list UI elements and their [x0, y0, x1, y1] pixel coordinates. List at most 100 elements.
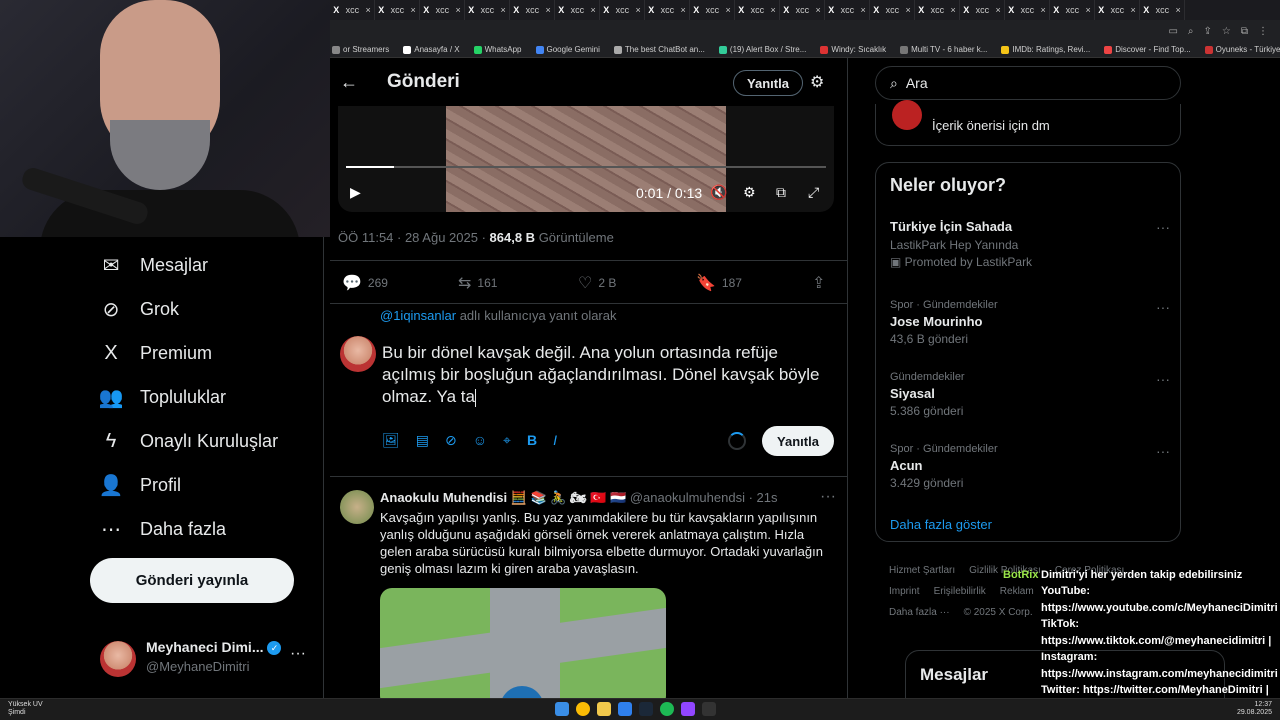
location-icon[interactable]: ⌖ [503, 432, 511, 449]
system-tray-clock[interactable]: 12:37 29.08.2025 [1237, 701, 1272, 717]
share-icon[interactable]: ⇪ [1204, 26, 1212, 37]
more-dots-icon[interactable]: ··· [1156, 443, 1170, 459]
close-icon[interactable]: × [501, 5, 506, 15]
browser-tab[interactable]: Xxcc × [870, 0, 915, 20]
close-icon[interactable]: × [771, 5, 776, 15]
footer-link[interactable]: Imprint [889, 586, 920, 597]
like-action[interactable]: ♡ 2 B [578, 273, 616, 293]
browser-tab[interactable]: Xxcc × [330, 0, 375, 20]
twitch-icon[interactable] [681, 702, 695, 716]
steam-icon[interactable] [639, 702, 653, 716]
video-player[interactable]: ▶ 0:01 / 0:13 🔇 ⚙ ⧉ ⤢ [338, 106, 834, 212]
extensions-icon[interactable]: ⧉ [1241, 26, 1248, 37]
browser-tab[interactable]: Xxcc × [825, 0, 870, 20]
search-input[interactable]: ⌕ Ara [875, 66, 1181, 100]
bold-icon[interactable]: B [527, 432, 537, 449]
nav-item-communities[interactable]: 👥 Topluluklar [99, 386, 227, 409]
bookmark-item[interactable]: (19) Alert Box / Stre... [718, 45, 806, 54]
gif-icon[interactable]: ▤ [416, 432, 429, 449]
nav-item-premium[interactable]: X Premium [100, 342, 212, 364]
bookmark-item[interactable]: or Streamers [332, 45, 389, 54]
nav-item-profile[interactable]: 👤 Profil [99, 474, 181, 497]
cast-icon[interactable]: ▭ [1168, 26, 1177, 37]
close-icon[interactable]: × [636, 5, 641, 15]
show-more-link[interactable]: Daha fazla göster [890, 517, 992, 532]
footer-link[interactable]: Daha fazla ··· [889, 607, 950, 618]
close-icon[interactable]: × [411, 5, 416, 15]
browser-tab[interactable]: Xxcc × [780, 0, 825, 20]
menu-icon[interactable]: ⋮ [1258, 26, 1268, 37]
sliders-icon[interactable]: ⚙ [810, 72, 824, 92]
browser-tab[interactable]: Xxcc × [1140, 0, 1185, 20]
app-icon[interactable] [618, 702, 632, 716]
close-icon[interactable]: × [726, 5, 731, 15]
more-dots-icon[interactable]: ··· [1156, 299, 1170, 315]
spotify-icon[interactable] [660, 702, 674, 716]
tweet-author-name[interactable]: Anaokulu Muhendisi 🧮 📚 🚴 🏍 🇹🇷 🇳🇱 [380, 490, 626, 505]
close-icon[interactable]: × [951, 5, 956, 15]
more-dots-icon[interactable]: ··· [290, 645, 306, 663]
italic-icon[interactable]: I [553, 432, 557, 449]
browser-tab[interactable]: Xxcc × [1005, 0, 1050, 20]
browser-tab[interactable]: Xxcc × [645, 0, 690, 20]
more-dots-icon[interactable]: ··· [1156, 371, 1170, 387]
bookmark-item[interactable]: Oyuneks - Türkiyeni... [1204, 45, 1280, 54]
settings-gear-icon[interactable]: ⚙ [743, 184, 756, 201]
reply-compose-input[interactable]: Bu bir dönel kavşak değil. Ana yolun ort… [382, 342, 822, 408]
close-icon[interactable]: × [1086, 5, 1091, 15]
nav-item-verified-orgs[interactable]: ϟ Onaylı Kuruluşlar [100, 430, 278, 452]
bookmark-item[interactable]: IMDb: Ratings, Revi... [1001, 45, 1090, 54]
browser-tab[interactable]: Xxcc × [960, 0, 1005, 20]
bookmark-item[interactable]: Google Gemini [535, 45, 600, 54]
trend-item[interactable]: Türkiye İçin Sahada LastikPark Hep Yanın… [890, 219, 1170, 269]
browser-tab[interactable]: Xxcc × [420, 0, 465, 20]
bookmark-item[interactable]: WhatsApp [473, 45, 522, 54]
zoom-icon[interactable]: ⌕ [1188, 26, 1194, 37]
footer-link[interactable]: Erişilebilirlik [934, 586, 986, 597]
share-action[interactable]: ⇪ [812, 273, 825, 293]
header-reply-button[interactable]: Yanıtla [733, 70, 803, 96]
bookmark-action[interactable]: 🔖 187 [696, 273, 742, 293]
bookmark-item[interactable]: Discover - Find Top... [1104, 45, 1191, 54]
browser-tab[interactable]: Xxcc × [1050, 0, 1095, 20]
reply-action[interactable]: 💬 269 [342, 273, 388, 293]
avatar[interactable] [340, 490, 374, 524]
close-icon[interactable]: × [906, 5, 911, 15]
repost-action[interactable]: ⇆ 161 [458, 273, 497, 293]
nav-item-more[interactable]: ⋯ Daha fazla [100, 518, 226, 541]
post-button[interactable]: Gönderi yayınla [90, 558, 294, 603]
close-icon[interactable]: × [1131, 5, 1136, 15]
emoji-icon[interactable]: ☺ [473, 432, 487, 449]
star-icon[interactable]: ☆ [1222, 26, 1231, 37]
close-icon[interactable]: × [366, 5, 371, 15]
image-icon[interactable]: 🖼 [382, 432, 400, 449]
nav-item-grok[interactable]: ⊘ Grok [100, 298, 179, 321]
browser-tab[interactable]: Xxcc × [915, 0, 960, 20]
trend-item[interactable]: Gündemdekiler Siyasal 5.386 gönderi ··· [890, 371, 1170, 418]
more-dots-icon[interactable]: ··· [820, 488, 836, 506]
nav-item-messages[interactable]: ✉ Mesajlar [100, 254, 208, 277]
footer-link[interactable]: © 2025 X Corp. [964, 607, 1033, 618]
obs-icon[interactable] [702, 702, 716, 716]
roundabout-diagram-image[interactable] [380, 588, 666, 708]
play-icon[interactable]: ▶ [350, 184, 361, 201]
close-icon[interactable]: × [681, 5, 686, 15]
account-switcher[interactable]: Meyhaneci Dimi... ✓ @MeyhaneDimitri ··· [100, 633, 310, 683]
browser-tab[interactable]: Xxcc × [600, 0, 645, 20]
video-progress-bar[interactable] [346, 166, 826, 168]
weather-widget[interactable]: Yüksek UV Şimdi [8, 701, 43, 717]
trend-item[interactable]: Spor · Gündemdekiler Jose Mourinho 43,6 … [890, 299, 1170, 346]
mute-icon[interactable]: 🔇 [710, 184, 727, 201]
close-icon[interactable]: × [861, 5, 866, 15]
suggestion-card[interactable]: İçerik önerisi için dm [875, 100, 1181, 146]
start-icon[interactable] [555, 702, 569, 716]
chrome-icon[interactable] [576, 702, 590, 716]
trend-item[interactable]: Spor · Gündemdekiler Acun 3.429 gönderi … [890, 443, 1170, 490]
bookmark-item[interactable]: Windy: Sıcaklık [820, 45, 886, 54]
close-icon[interactable]: × [816, 5, 821, 15]
reply-to-handle-link[interactable]: @1iqinsanlar [380, 308, 456, 323]
browser-tab[interactable]: Xxcc × [375, 0, 420, 20]
browser-tab[interactable]: Xxcc × [1095, 0, 1140, 20]
close-icon[interactable]: × [1176, 5, 1181, 15]
reply-submit-button[interactable]: Yanıtla [762, 426, 834, 456]
